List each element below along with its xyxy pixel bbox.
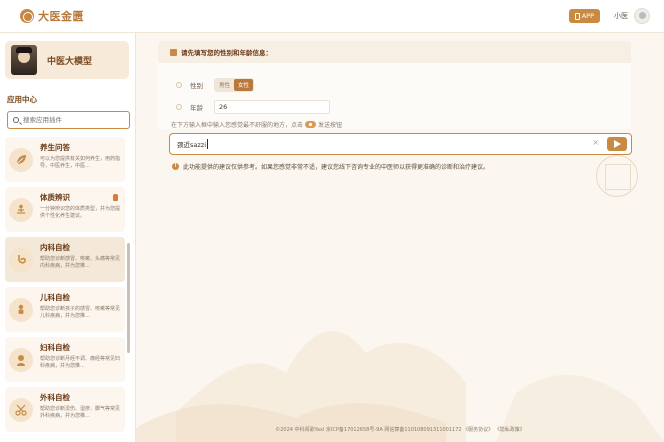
logo-icon [20, 9, 34, 23]
child-icon [9, 298, 33, 322]
app-search-box[interactable] [7, 111, 130, 129]
sidebar-scrollbar[interactable] [127, 243, 130, 353]
symptom-input[interactable]: 颈近sazzi × [169, 133, 632, 155]
send-pill-icon [305, 121, 317, 128]
pointer-hand-icon [113, 194, 118, 201]
sidebar: 中医大模型 应用中心 养生问答 可以为您提供有关如何养生，用药指导，中医养生，中… [0, 33, 136, 442]
app-list: 养生问答 可以为您提供有关如何养生，用药指导，中医养生，中医... 体质辨识 一… [5, 137, 129, 442]
top-header: 大医金匮 APP 小医 [0, 0, 664, 33]
search-icon [13, 117, 19, 123]
app-title: 妇科自检 [40, 343, 70, 352]
brand-logo[interactable]: 大医金匮 [20, 8, 84, 24]
info-header: 请先填写您的性别和年龄信息： [158, 41, 631, 63]
gender-icon [176, 82, 182, 88]
app-item-surgery[interactable]: 外科自检 帮助您诊断烫伤、湿疹、脚气等常见外科疾病，并为您推... [5, 387, 125, 432]
form-icon [170, 48, 177, 56]
send-button[interactable] [607, 137, 627, 151]
leaf-icon [9, 148, 33, 172]
app-desc: 帮助您诊断月经不调、痛经等常见妇科疾病，并为您推... [40, 356, 121, 369]
stomach-icon [9, 248, 33, 272]
app-desc: 帮助您诊断孩子的感冒、咳嗽等常见儿科疾病，并为您推... [40, 306, 121, 319]
gender-option-male[interactable]: 男性 [215, 79, 234, 91]
app-button-label: APP [581, 12, 594, 20]
user-info-panel: 请先填写您的性别和年龄信息： 性别 男性 女性 年龄 26 [158, 41, 631, 129]
brand-name: 大医金匮 [38, 10, 84, 23]
gender-selector: 男性 女性 [214, 78, 255, 92]
username[interactable]: 小医 [614, 11, 628, 21]
app-item-constitution[interactable]: 体质辨识 一分钟辨识您的体质类型，并为您提供个性化养生建议。 [5, 187, 125, 232]
text-caret [207, 139, 208, 149]
app-item-pediatrics[interactable]: 儿科自检 帮助您诊断孩子的感冒、咳嗽等常见儿科疾病，并为您推... [5, 287, 125, 332]
app-item-health-qa[interactable]: 养生问答 可以为您提供有关如何养生，用药指导，中医养生，中医... [5, 137, 125, 182]
app-download-button[interactable]: APP [568, 9, 600, 23]
age-input[interactable]: 26 [214, 100, 330, 114]
app-item-internal-medicine[interactable]: 内科自检 帮助您诊断感冒、咳嗽、头痛等常见内科疾病，并为您推... [5, 237, 125, 282]
scissors-icon [9, 398, 33, 422]
phone-icon [574, 12, 580, 20]
age-label: 年龄 [190, 104, 203, 112]
meditation-icon [9, 198, 33, 222]
avatar[interactable] [634, 8, 650, 24]
app-title: 养生问答 [40, 143, 70, 152]
gender-label: 性别 [190, 82, 203, 90]
app-title: 内科自检 [40, 243, 70, 252]
model-name: 中医大模型 [47, 56, 93, 67]
app-search-input[interactable] [23, 116, 123, 124]
model-portrait-image [11, 45, 37, 75]
warning-icon: ! [172, 163, 179, 170]
hint-text-after: 发送按钮 [318, 122, 343, 129]
gender-row: 性别 男性 女性 [176, 78, 255, 92]
decorative-seal [596, 155, 638, 197]
disclaimer-text: 此功能提供的建议仅供参考。如果您感觉非常不适，建议您线下咨询专业的中医师以获得更… [183, 164, 490, 171]
disclaimer: ! 此功能提供的建议仅供参考。如果您感觉非常不适，建议您线下咨询专业的中医师以获… [172, 162, 489, 171]
main-area: 请先填写您的性别和年龄信息： 性别 男性 女性 年龄 26 在下方输入框中输入您… [136, 33, 664, 442]
footer: ©2024 中科闻歌Yaxi 京ICP备17012658号-9A 网信算备110… [275, 427, 525, 433]
gender-option-female[interactable]: 女性 [234, 79, 254, 91]
app-title: 体质辨识 [40, 193, 70, 202]
app-title: 外科自检 [40, 393, 70, 402]
app-desc: 一分钟辨识您的体质类型，并为您提供个性化养生建议。 [40, 206, 121, 219]
input-hint: 在下方输入框中输入您感觉最不舒服的地方，点击 发送按钮 [171, 120, 342, 129]
app-title: 儿科自检 [40, 293, 70, 302]
age-row: 年龄 26 [176, 100, 330, 114]
app-desc: 帮助您诊断烫伤、湿疹、脚气等常见外科疾病，并为您推... [40, 406, 121, 419]
section-title: 应用中心 [7, 95, 37, 104]
app-desc: 帮助您诊断感冒、咳嗽、头痛等常见内科疾病，并为您推... [40, 256, 121, 269]
model-card[interactable]: 中医大模型 [5, 41, 129, 79]
woman-icon [9, 348, 33, 372]
symptom-input-text: 颈近sazzi [177, 141, 206, 149]
hint-text-before: 在下方输入框中输入您感觉最不舒服的地方，点击 [171, 122, 304, 129]
info-title: 请先填写您的性别和年龄信息： [181, 49, 272, 57]
app-desc: 可以为您提供有关如何养生，用药指导，中医养生，中医... [40, 156, 121, 169]
app-item-gynecology[interactable]: 妇科自检 帮助您诊断月经不调、痛经等常见妇科疾病，并为您推... [5, 337, 125, 382]
clear-icon[interactable]: × [592, 138, 599, 147]
age-icon [176, 104, 182, 110]
